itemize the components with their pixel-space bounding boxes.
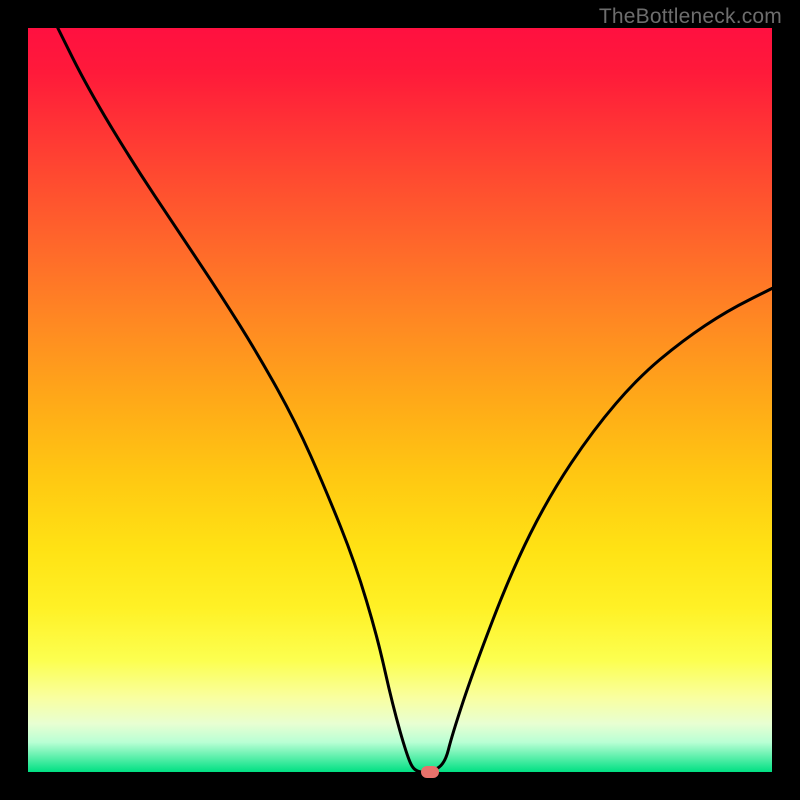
chart-frame: TheBottleneck.com <box>0 0 800 800</box>
optimum-marker <box>421 766 439 778</box>
bottleneck-curve <box>28 28 772 772</box>
plot-area <box>28 28 772 772</box>
watermark-text: TheBottleneck.com <box>599 5 782 29</box>
